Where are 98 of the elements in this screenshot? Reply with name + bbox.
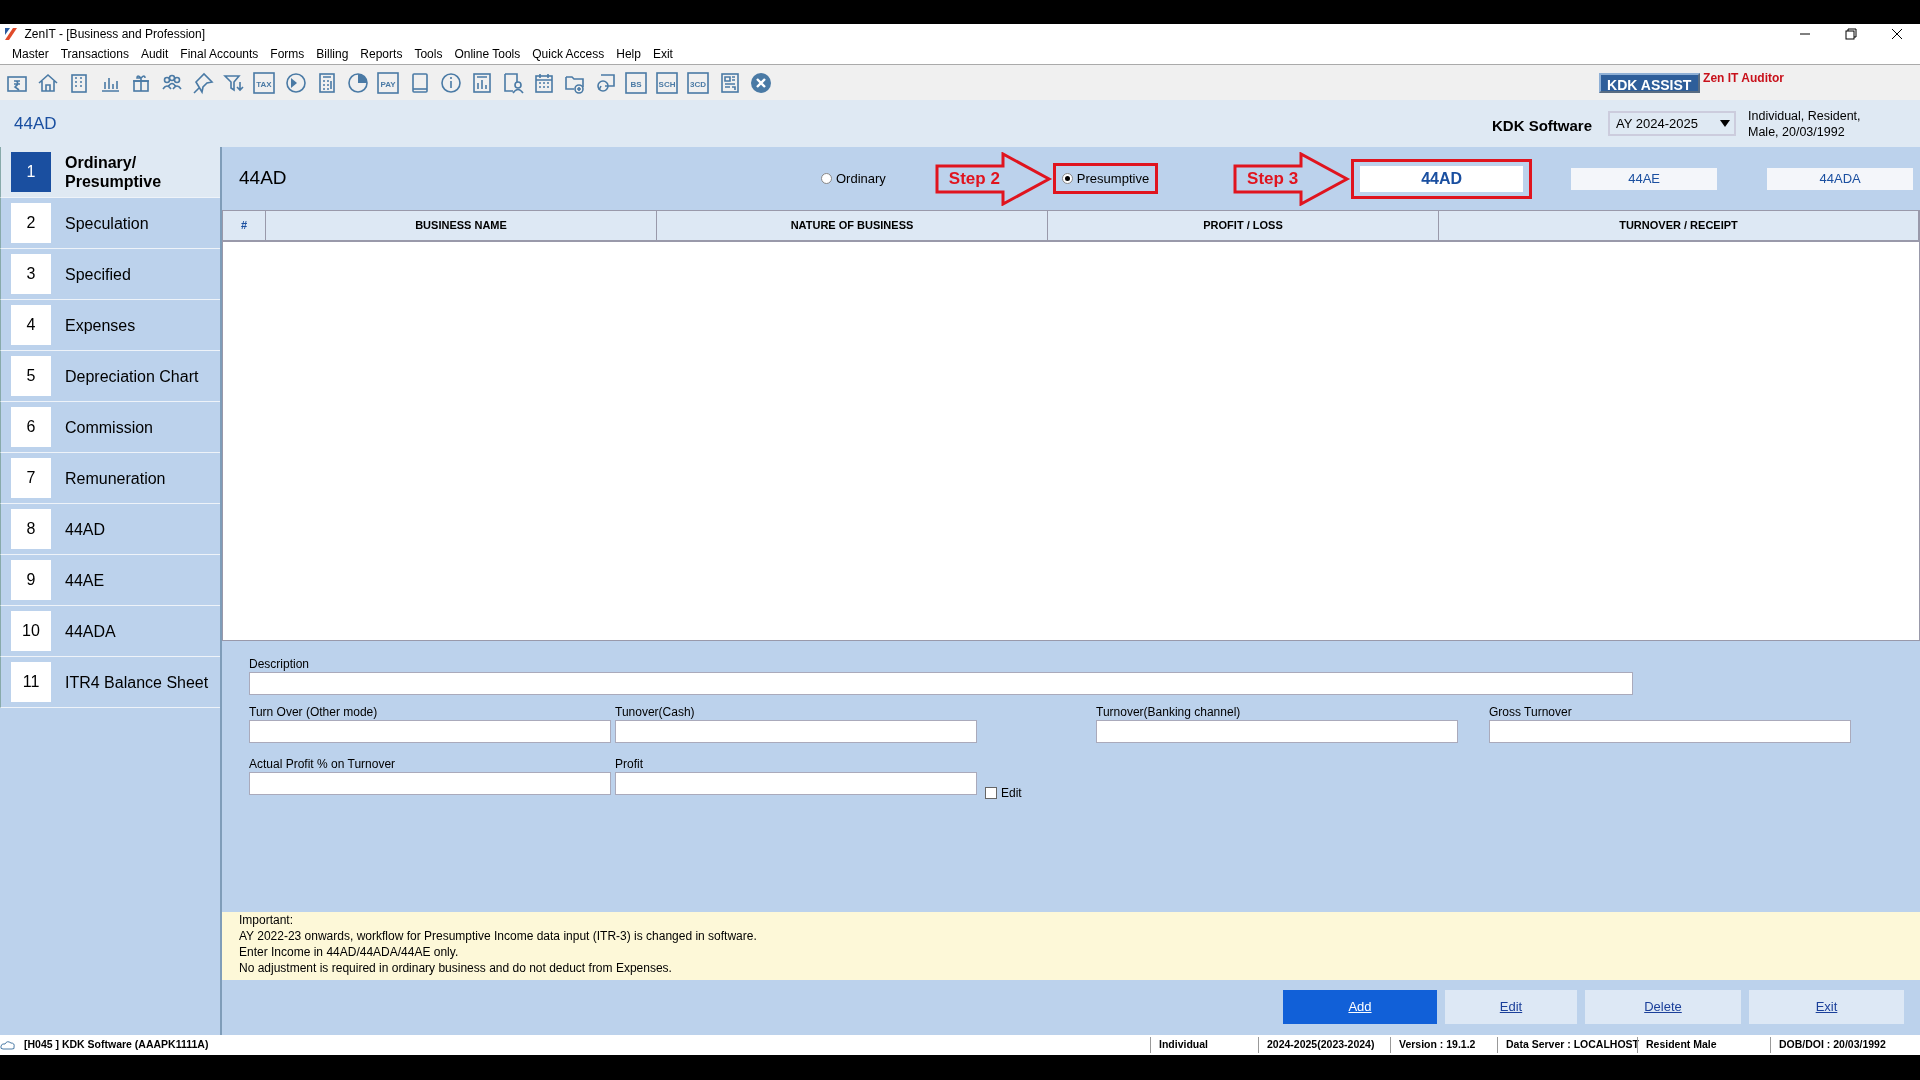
notes-heading: Important: xyxy=(239,912,295,928)
section-tab[interactable]: 44ADA xyxy=(1767,167,1914,190)
input-field[interactable] xyxy=(249,720,611,743)
menu-item[interactable]: Exit xyxy=(646,45,679,63)
item-label: 44AD xyxy=(65,519,106,539)
menu-item[interactable]: Audit xyxy=(134,45,175,63)
item-number: 4 xyxy=(11,305,51,345)
item-number: 10 xyxy=(11,611,51,651)
checkbox-label: Edit xyxy=(1001,785,1022,802)
year-dropdown[interactable]: AY 2024-2025 xyxy=(1608,111,1736,136)
section-title: 44AD xyxy=(239,166,288,191)
note-line: No adjustment is required in ordinary business and do not deduct from Expenses. xyxy=(239,960,673,976)
step-callout: Step 2 xyxy=(934,151,1053,206)
window-title: ZenIT - [Business and Profession] xyxy=(24,26,206,43)
column-header: NATURE OF BUSINESS xyxy=(657,211,1048,240)
note-line: AY 2022-23 onwards, workflow for Presumptive Income data input (ITR-3) is changed in software. xyxy=(239,928,758,944)
company-name: KDK Software xyxy=(1492,116,1592,137)
info-icon[interactable] xyxy=(438,70,464,95)
pie-chart-icon[interactable] xyxy=(345,70,371,95)
menu-item[interactable]: Tools xyxy=(408,45,449,63)
radio-option[interactable]: Presumptive xyxy=(1052,162,1159,195)
item-number: 2 xyxy=(11,203,51,243)
cloud-user-icon xyxy=(0,1039,16,1051)
input-field[interactable] xyxy=(615,772,977,795)
section-tab[interactable]: 44AD xyxy=(1351,158,1533,199)
radio-option[interactable]: Ordinary xyxy=(812,162,895,195)
labeled-document-icon[interactable]: PAY xyxy=(376,70,402,95)
menu-item[interactable]: Quick Access xyxy=(526,45,611,63)
menu-item[interactable]: Master xyxy=(6,45,55,63)
dropdown-arrow-icon xyxy=(1720,119,1730,128)
item-label: 44AE xyxy=(65,570,105,590)
menu-item[interactable]: Transactions xyxy=(54,45,135,63)
item-number: 5 xyxy=(11,356,51,396)
field-label: Tunover(Cash) xyxy=(615,704,696,720)
field-label: Turnover(Banking channel) xyxy=(1096,704,1242,720)
action-button[interactable]: Delete xyxy=(1585,990,1741,1024)
status-text: [H045 ] KDK Software (AAAPK1111A) xyxy=(23,1037,210,1053)
menu-item[interactable]: Online Tools xyxy=(448,45,527,63)
field-label: Description xyxy=(249,656,311,672)
section-tab[interactable]: 44AE xyxy=(1571,167,1718,190)
column-header: TURNOVER / RECEIPT xyxy=(1439,211,1919,240)
field-label: Profit xyxy=(615,756,644,772)
assessee-info: Individual, Resident, Male, 20/03/1992 xyxy=(1748,107,1862,140)
labeled-document-icon[interactable]: TAX xyxy=(252,70,278,95)
input-field[interactable] xyxy=(249,672,1633,695)
menu-item[interactable]: Reports xyxy=(354,45,409,63)
field-label: Turn Over (Other mode) xyxy=(249,704,379,720)
item-number: 8 xyxy=(11,509,51,549)
status-text: Version : 19.1.2 xyxy=(1390,1037,1497,1053)
item-label: ITR4 Balance Sheet xyxy=(65,672,209,692)
input-field[interactable] xyxy=(249,772,611,795)
column-header: PROFIT / LOSS xyxy=(1048,211,1439,240)
action-button[interactable]: Add xyxy=(1283,990,1437,1024)
item-number: 3 xyxy=(11,254,51,294)
note-line: Enter Income in 44AD/44ADA/44AE only. xyxy=(239,944,460,960)
input-field[interactable] xyxy=(615,720,977,743)
item-number: 1 xyxy=(11,152,51,192)
status-text: Individual xyxy=(1150,1037,1258,1053)
item-number: 7 xyxy=(11,458,51,498)
menu-item[interactable]: Forms xyxy=(264,45,311,63)
field-label: Gross Turnover xyxy=(1489,704,1573,720)
labeled-document-icon[interactable]: BS xyxy=(624,70,650,95)
item-number: 6 xyxy=(11,407,51,447)
menu-item[interactable]: Billing xyxy=(310,45,355,63)
app-logo-icon xyxy=(4,27,18,41)
item-label: Ordinary/ Presumptive xyxy=(65,153,163,191)
menu-item[interactable]: Final Accounts xyxy=(174,45,265,63)
item-number: 9 xyxy=(11,560,51,600)
item-label: 44ADA xyxy=(65,621,116,641)
column-header: BUSINESS NAME xyxy=(266,211,657,240)
labeled-document-icon[interactable]: 3CD xyxy=(686,70,712,95)
menu-item[interactable]: Help xyxy=(610,45,647,63)
status-text: 2024-2025(2023-2024) xyxy=(1258,1037,1390,1053)
status-text: DOB/DOI : 20/03/1992 xyxy=(1770,1037,1920,1053)
column-header: # xyxy=(223,211,266,240)
status-text: Data Server : LOCALHOST xyxy=(1497,1037,1637,1053)
field-label: Actual Profit % on Turnover xyxy=(249,756,397,772)
item-number: 11 xyxy=(11,662,51,702)
action-button[interactable]: Exit xyxy=(1749,990,1904,1024)
labeled-document-icon[interactable]: SCH xyxy=(655,70,681,95)
assist-button[interactable]: KDK ASSIST xyxy=(1598,72,1700,93)
item-label: Speculation xyxy=(65,213,149,233)
item-label: Depreciation Chart xyxy=(65,366,199,386)
item-label: Expenses xyxy=(65,315,136,335)
input-field[interactable] xyxy=(1096,720,1458,743)
page-title: 44AD xyxy=(14,112,57,135)
restore-icon[interactable] xyxy=(1844,28,1858,40)
step-callout: Step 3 xyxy=(1233,151,1352,206)
input-field[interactable] xyxy=(1489,720,1851,743)
disc-icon[interactable] xyxy=(283,70,309,95)
item-label: Specified xyxy=(65,264,131,284)
item-label: Commission xyxy=(65,417,153,437)
checkbox[interactable] xyxy=(985,787,997,799)
status-text: Resident Male xyxy=(1637,1037,1770,1053)
close-icon[interactable] xyxy=(1890,28,1904,40)
action-button[interactable]: Edit xyxy=(1445,990,1577,1024)
product-name: Zen IT Auditor xyxy=(1703,70,1784,87)
item-label: Remuneration xyxy=(65,468,166,488)
